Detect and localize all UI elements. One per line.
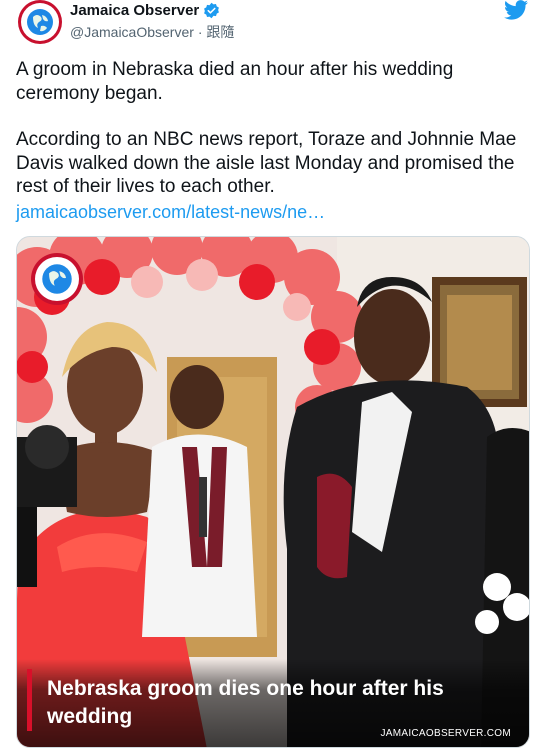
separator: · <box>197 24 203 40</box>
tweet-header: Jamaica Observer @JamaicaObserver · 跟隨 <box>18 0 528 46</box>
article-link[interactable]: jamaicaobserver.com/latest-news/ne… <box>16 201 521 225</box>
caption-accent-bar <box>27 669 32 731</box>
display-name[interactable]: Jamaica Observer <box>70 2 199 19</box>
handle[interactable]: @JamaicaObserver <box>70 24 194 40</box>
tweet-text-paragraph-2: According to an NBC news report, Toraze … <box>16 129 517 197</box>
tweet-body: A groom in Nebraska died an hour after h… <box>16 58 521 224</box>
verified-badge-icon <box>204 2 220 19</box>
globe-logo-icon <box>31 253 83 305</box>
card-headline[interactable]: Nebraska groom dies one hour after his w… <box>47 675 517 731</box>
tweet-text-paragraph-1: A groom in Nebraska died an hour after h… <box>16 59 454 104</box>
media-card[interactable]: Nebraska groom dies one hour after his w… <box>16 236 530 748</box>
avatar[interactable] <box>18 0 62 44</box>
twitter-bird-icon[interactable] <box>504 0 528 20</box>
follow-button[interactable]: 跟隨 <box>206 24 234 40</box>
globe-logo-icon <box>21 3 59 41</box>
card-source: JAMAICAOBSERVER.COM <box>380 728 511 739</box>
